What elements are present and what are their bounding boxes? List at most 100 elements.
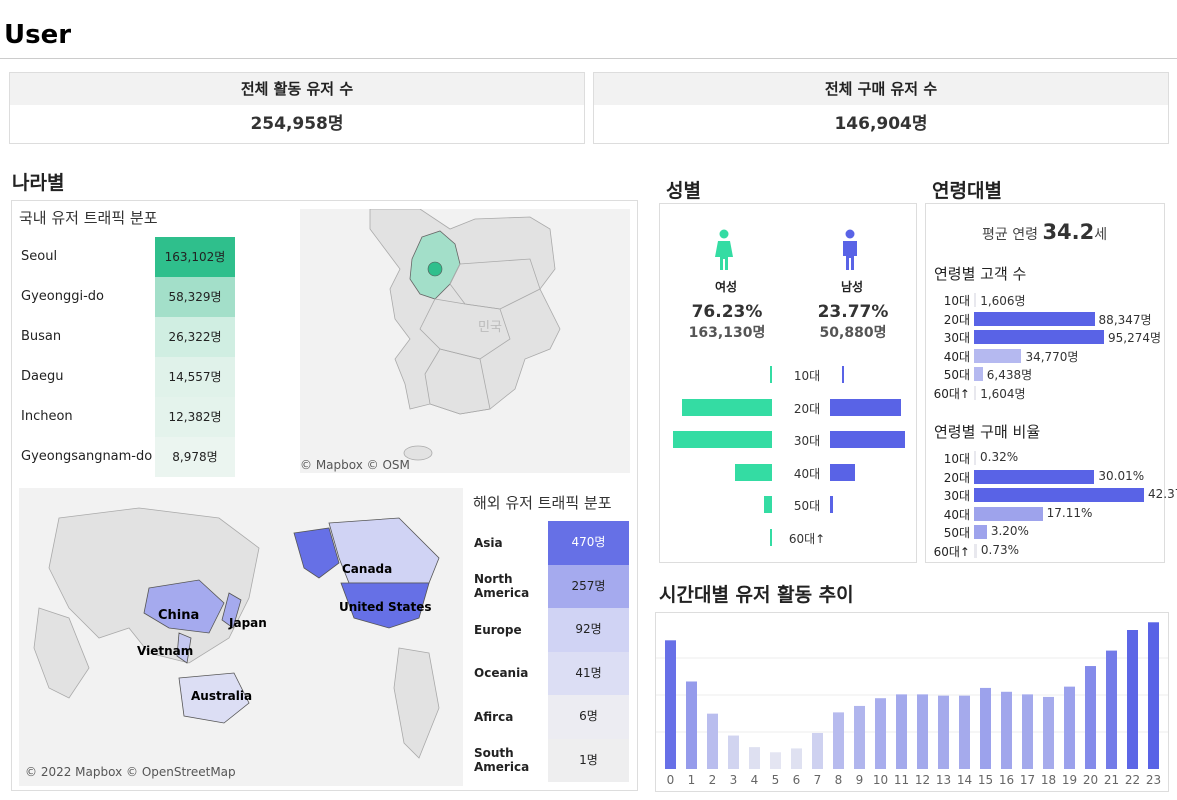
hour-bar[interactable]: [1106, 650, 1117, 769]
hour-bar[interactable]: [917, 694, 928, 769]
hour-bar[interactable]: [1064, 686, 1075, 769]
hour-bar[interactable]: [707, 713, 718, 769]
hour-tick-label: 4: [751, 773, 759, 787]
female-bar: [682, 398, 772, 416]
age-value: 30.01%: [1098, 468, 1145, 483]
age-purchase-chart: 10대 0.32% 20대 30.01% 30대 42.37% 40대 17.11% 50대 3.…: [928, 449, 1177, 559]
hour-bar[interactable]: [770, 752, 781, 769]
world-map-credit: © 2022 Mapbox © OpenStreetMap: [25, 765, 236, 779]
overseas-title: 해외 유저 트래픽 분포: [473, 494, 612, 512]
male-bar: [830, 496, 833, 513]
region-value: 12,382명: [155, 397, 235, 437]
hour-bar[interactable]: [875, 698, 886, 769]
table-row[interactable]: Incheon 12,382명: [19, 397, 235, 437]
male-bar: [830, 463, 855, 481]
hour-tick-label: 21: [1104, 773, 1119, 787]
hour-tick-label: 10: [873, 773, 888, 787]
map-label: 민국: [478, 320, 502, 335]
female-bar: [770, 366, 772, 383]
hour-tick-label: 18: [1041, 773, 1056, 787]
hour-bar[interactable]: [1148, 622, 1159, 769]
hour-bar[interactable]: [1085, 666, 1096, 769]
hour-bar[interactable]: [1127, 630, 1138, 769]
kpi-label: 전체 구매 유저 수: [594, 73, 1168, 105]
table-row[interactable]: Seoul 163,102명: [19, 237, 235, 277]
region-label: Europe: [474, 622, 522, 637]
gender-age-chart: 10대 20대 30대 40대 50대 60대↑: [660, 360, 916, 555]
hour-tick-label: 19: [1062, 773, 1077, 787]
male-pct: 23.77%: [817, 302, 889, 322]
hour-bar[interactable]: [791, 748, 802, 769]
table-row[interactable]: Europe 92명: [474, 608, 629, 652]
page-title: User: [4, 20, 72, 50]
age-label: 30대: [943, 489, 970, 503]
avg-age: 평균 연령 34.2세: [982, 218, 1107, 249]
age-group-label: 50대: [793, 499, 821, 513]
customers-title: 연령별 고객 수: [934, 265, 1027, 283]
kpi-active-users: 전체 활동 유저 수 254,958명: [9, 72, 585, 144]
hour-bar[interactable]: [833, 712, 844, 769]
age-bar: [974, 311, 1095, 326]
table-row[interactable]: Asia 470명: [474, 521, 629, 565]
hour-tick-label: 8: [835, 773, 843, 787]
female-pct: 76.23%: [691, 302, 763, 322]
region-label: Seoul: [21, 249, 58, 264]
region-label: Busan: [21, 329, 62, 344]
male-bar: [842, 366, 844, 383]
table-row[interactable]: Daegu 14,557명: [19, 357, 235, 397]
region-label: Oceania: [474, 666, 529, 681]
hour-bar[interactable]: [686, 681, 697, 769]
hour-bar[interactable]: [854, 705, 865, 769]
hour-tick-label: 23: [1146, 773, 1161, 787]
table-row[interactable]: South America 1명: [474, 738, 629, 782]
region-label: Gyeonggi-do: [21, 289, 104, 304]
age-value: 3.20%: [990, 524, 1029, 538]
hour-bar[interactable]: [1022, 694, 1033, 769]
hour-tick-label: 14: [957, 773, 972, 787]
age-value: 1,604명: [980, 386, 1026, 401]
hour-tick-label: 13: [936, 773, 951, 787]
male-icon: [843, 229, 857, 270]
hour-bar[interactable]: [896, 694, 907, 769]
hour-bar[interactable]: [749, 747, 760, 769]
hour-bar[interactable]: [938, 695, 949, 769]
kpi-purchase-users: 전체 구매 유저 수 146,904명: [593, 72, 1169, 144]
table-row[interactable]: Afirca 6명: [474, 695, 629, 739]
region-value: 58,329명: [155, 277, 235, 317]
hourly-chart: 0 1 2 3 4 5 6 7 8 9 10 11 12 13 14 15 16 17 18 19 20 21 22 23: [656, 622, 1168, 787]
seoul-region[interactable]: [427, 261, 443, 277]
country-section-title: 나라별: [12, 172, 65, 194]
purchase-title: 연령별 구매 비율: [934, 423, 1041, 441]
table-row[interactable]: Busan 26,322명: [19, 317, 235, 357]
domestic-map-credit: © Mapbox © OSM: [300, 458, 410, 472]
world-map[interactable]: China Japan Vietnam Australia Canada Uni…: [19, 488, 463, 786]
age-label: 20대: [943, 470, 970, 485]
table-row[interactable]: Gyeongsangnam-do 8,978명: [19, 437, 235, 477]
age-group-label: 40대: [793, 466, 821, 481]
hour-tick-label: 20: [1083, 773, 1098, 787]
female-bar: [770, 528, 772, 546]
avg-age-label: 평균 연령: [982, 227, 1038, 243]
table-row[interactable]: North America 257명: [474, 564, 629, 608]
age-label: 10대: [943, 294, 970, 308]
hour-bar[interactable]: [1043, 696, 1054, 769]
korea-map[interactable]: 민국: [300, 209, 630, 473]
age-section-title: 연령대별: [932, 180, 1002, 202]
map-label-australia: Australia: [191, 689, 252, 703]
title-divider: [0, 58, 1177, 59]
table-row[interactable]: Oceania 41명: [474, 651, 629, 695]
table-row[interactable]: Gyeonggi-do 58,329명: [19, 277, 235, 317]
region-value: 257명: [548, 564, 629, 608]
hour-bar[interactable]: [665, 640, 676, 769]
hour-bar[interactable]: [1001, 691, 1012, 769]
hour-bar[interactable]: [980, 687, 991, 769]
region-value: 8,978명: [155, 437, 235, 477]
domestic-table: Seoul 163,102명 Gyeonggi-do 58,329명 Busan 26,3…: [19, 237, 235, 477]
age-label: 20대: [943, 312, 970, 327]
hour-bar[interactable]: [959, 695, 970, 769]
hour-bar[interactable]: [728, 735, 739, 769]
region-label: Asia: [474, 535, 503, 550]
age-value: 1,606명: [980, 294, 1026, 308]
kpi-label: 전체 활동 유저 수: [10, 73, 584, 105]
hour-bar[interactable]: [812, 732, 823, 769]
